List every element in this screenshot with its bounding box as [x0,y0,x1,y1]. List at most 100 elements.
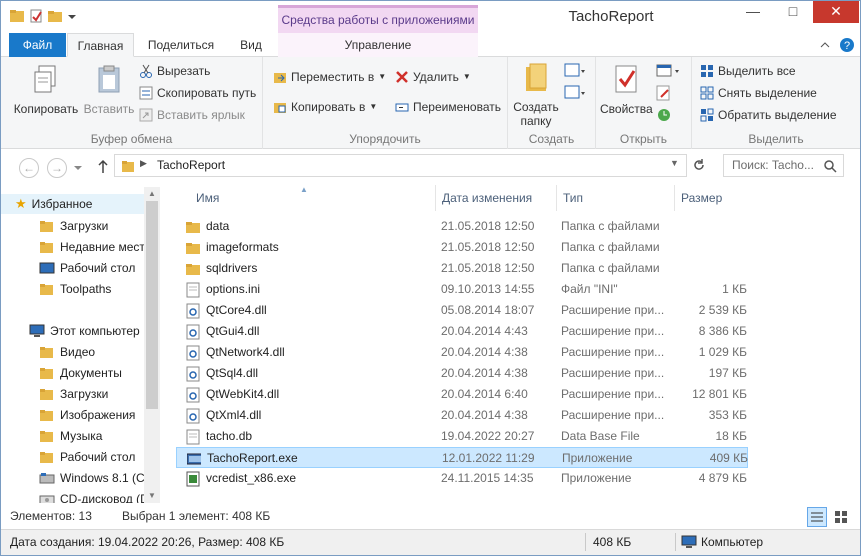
paste-label: Вставить [83,102,135,116]
column-name[interactable]: Имя [176,185,436,211]
file-name: QtCore4.dll [206,303,267,317]
nav-favorite-item[interactable]: Рабочий стол [1,258,135,278]
file-size: 1 029 КБ [698,345,747,359]
history-icon[interactable] [656,107,672,123]
tab-home[interactable]: Главная [67,33,134,57]
paste-button[interactable]: Вставить [83,63,135,116]
folder-icon [40,368,53,379]
file-row[interactable]: QtSql4.dll 20.04.2014 4:38 Расширение пр… [176,363,748,384]
column-type[interactable]: Тип [557,185,675,211]
breadcrumb[interactable]: TachoReport [157,158,225,172]
select-all-button[interactable]: Выделить все [700,61,796,81]
open-icon[interactable] [656,63,682,79]
file-row[interactable]: QtGui4.dll 20.04.2014 4:43 Расширение пр… [176,321,748,342]
help-icon[interactable]: ? [839,37,855,53]
cut-button[interactable]: Вырезать [139,61,210,81]
nav-pc-item[interactable]: Документы [1,363,122,383]
nav-pc-item[interactable]: Windows 8.1 (C: [1,468,148,488]
nav-scrollbar-thumb[interactable] [146,201,158,409]
copy-path-button[interactable]: Скопировать путь [139,83,256,103]
column-date[interactable]: Дата изменения [436,185,557,211]
file-row[interactable]: QtWebKit4.dll 20.04.2014 6:40 Расширение… [176,384,748,405]
delete-button[interactable]: Удалить ▼ [395,67,471,87]
new-item-icon[interactable] [564,63,586,79]
group-select: Выделить все Снять выделение Обратить вы… [692,57,860,149]
nav-pc-item[interactable]: Загрузки [1,384,108,404]
clipboard-icon [98,65,120,93]
scroll-down-icon[interactable]: ▼ [148,491,156,500]
file-row[interactable]: options.ini 09.10.2013 14:55 Файл "INI" … [176,279,748,300]
maximize-button[interactable]: □ [773,1,813,23]
nav-pc-item[interactable]: Рабочий стол [1,447,135,467]
file-name: tacho.db [206,429,253,443]
new-folder-button[interactable]: Создать папку [512,61,560,128]
recent-locations-icon[interactable] [73,164,83,172]
copy-to-button[interactable]: Копировать в ▼ [273,97,377,117]
file-row[interactable]: QtCore4.dll 05.08.2014 18:07 Расширение … [176,300,748,321]
collapse-ribbon-icon[interactable] [820,40,830,50]
refresh-icon[interactable] [691,157,707,173]
file-size: 12 801 КБ [692,387,747,401]
copy-to-label: Копировать в [291,100,366,114]
rename-label: Переименовать [413,100,501,114]
copy-button[interactable]: Копировать [11,63,81,116]
edit-icon[interactable] [656,85,672,101]
tab-file[interactable]: Файл [9,33,66,57]
file-type: Расширение при... [561,366,665,380]
file-row[interactable]: TachoReport.exe 12.01.2022 11:29 Приложе… [176,447,748,468]
file-type: Расширение при... [561,303,665,317]
properties-icon[interactable] [28,8,44,24]
nav-pc-item[interactable]: Изображения [1,405,135,425]
computer-icon [681,535,697,548]
file-row[interactable]: data 21.05.2018 12:50 Папка с файлами [176,216,748,237]
paste-shortcut-button[interactable]: Вставить ярлык [139,105,245,125]
column-size[interactable]: Размер [675,185,749,211]
ribbon: Копировать Вставить Вырезать Скопировать… [1,57,860,149]
details-view-icon[interactable] [807,507,827,527]
file-row[interactable]: sqldrivers 21.05.2018 12:50 Папка с файл… [176,258,748,279]
move-to-button[interactable]: Переместить в ▼ [273,67,386,87]
nav-favorite-item[interactable]: Недавние мест [1,237,145,257]
folder-icon[interactable] [9,8,25,24]
file-size: 197 КБ [708,366,747,380]
up-arrow-icon[interactable] [97,159,109,175]
new-folder-icon[interactable] [47,8,63,24]
file-row[interactable]: QtNetwork4.dll 20.04.2014 4:38 Расширени… [176,342,748,363]
nav-favorites[interactable]: ★ Избранное [1,194,144,214]
folder-icon [186,221,200,233]
nav-pc-item[interactable]: Видео [1,342,95,362]
large-icons-view-icon[interactable] [831,507,851,527]
nav-favorite-item[interactable]: Загрузки [1,216,108,236]
file-row[interactable]: tacho.db 19.04.2022 20:27 Data Base File… [176,426,748,447]
file-row[interactable]: vcredist_x86.exe 24.11.2015 14:35 Прилож… [176,468,748,489]
tab-share[interactable]: Поделиться [141,33,221,57]
minimize-button[interactable]: — [733,1,773,23]
dll-file-icon [186,366,200,381]
nav-item-label: Рабочий стол [60,261,136,275]
tab-view[interactable]: Вид [227,33,275,57]
easy-access-icon[interactable] [564,85,586,101]
properties-button[interactable]: Свойства [600,63,653,116]
close-button[interactable]: ✕ [813,1,859,23]
rename-button[interactable]: Переименовать [395,97,501,117]
file-name-cell: options.ini [186,279,431,300]
address-bar[interactable]: ▶ TachoReport ▼ [114,154,687,177]
back-button[interactable]: ← [19,158,39,178]
select-none-button[interactable]: Снять выделение [700,83,817,103]
invert-selection-button[interactable]: Обратить выделение [700,105,837,125]
scroll-up-icon[interactable]: ▲ [148,189,156,198]
nav-favorite-item[interactable]: Toolpaths [1,279,111,299]
nav-this-pc[interactable]: Этот компьютер [1,321,140,341]
file-list: ▲ Имя Дата изменения Тип Размер data 21.… [161,185,860,503]
file-row[interactable]: imageformats 21.05.2018 12:50 Папка с фа… [176,237,748,258]
search-icon[interactable] [823,159,837,173]
tab-manage[interactable]: Управление [278,33,478,57]
file-row[interactable]: QtXml4.dll 20.04.2014 4:38 Расширение пр… [176,405,748,426]
nav-pc-item[interactable]: Музыка [1,426,102,446]
chevron-down-icon[interactable]: ▼ [670,158,679,168]
nav-this-pc-label: Этот компьютер [50,324,140,338]
forward-button[interactable]: → [47,158,67,178]
file-name-cell: QtNetwork4.dll [186,342,431,363]
nav-pc-item[interactable]: CD-дисковод (D [1,489,149,503]
chevron-down-icon[interactable] [66,8,78,24]
